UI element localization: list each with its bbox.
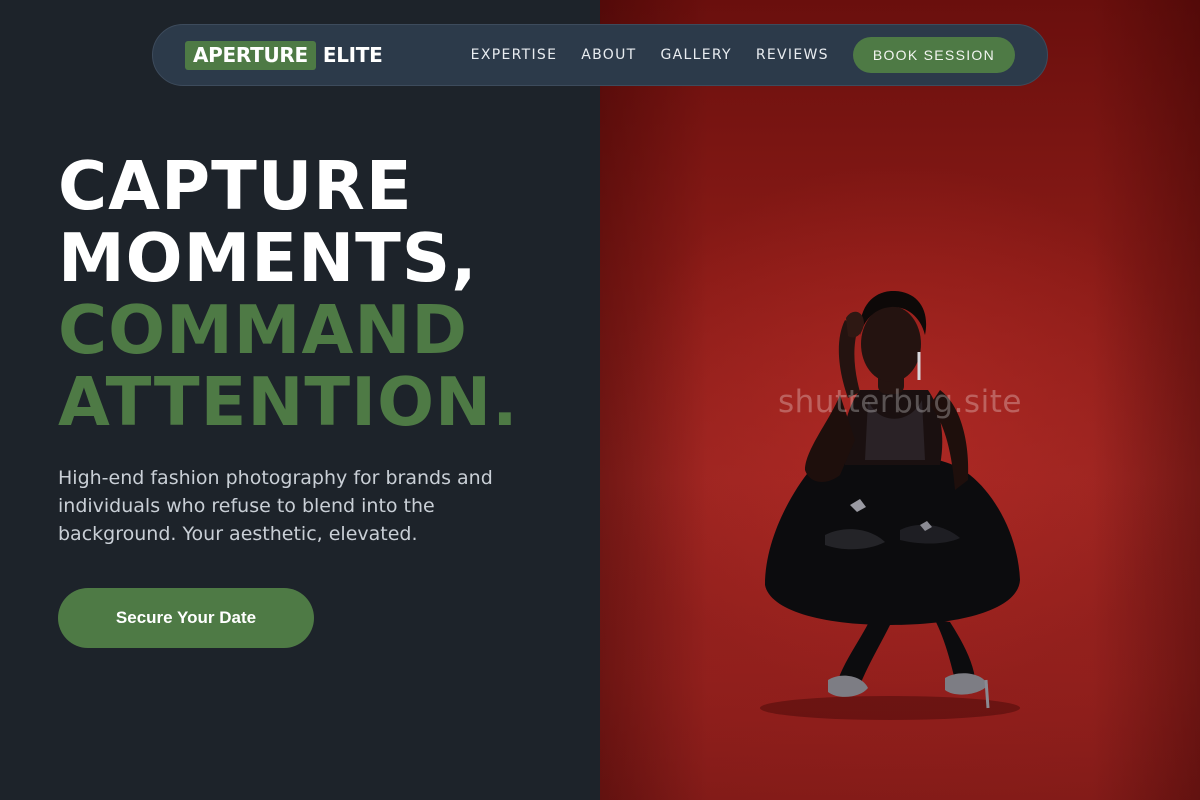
headline-line-1: CAPTURE — [58, 147, 413, 225]
model-figure — [760, 290, 1020, 720]
nav-link-gallery[interactable]: GALLERY — [660, 47, 731, 63]
nav-link-reviews[interactable]: REVIEWS — [756, 47, 829, 63]
nav-link-expertise[interactable]: EXPERTISE — [471, 47, 558, 63]
nav-links: EXPERTISE ABOUT GALLERY REVIEWS — [471, 47, 829, 63]
navbar: APERTURE ELITE EXPERTISE ABOUT GALLERY R… — [152, 24, 1048, 86]
hero-photo: shutterbug.site — [600, 0, 1200, 800]
headline-line-4: ATTENTION. — [58, 363, 519, 441]
headline-line-3: COMMAND — [58, 291, 469, 369]
nav-link-about[interactable]: ABOUT — [581, 47, 636, 63]
logo-badge: APERTURE — [185, 40, 316, 70]
brand-logo[interactable]: APERTURE ELITE — [185, 40, 383, 70]
logo-text: ELITE — [322, 43, 383, 67]
hero-subtext: High-end fashion photography for brands … — [58, 467, 493, 545]
secure-date-button[interactable]: Secure Your Date — [58, 588, 314, 648]
book-session-button[interactable]: BOOK SESSION — [852, 37, 1015, 73]
hero-headline: CAPTURE MOMENTS, COMMAND ATTENTION. — [58, 150, 519, 438]
headline-line-2: MOMENTS, — [58, 219, 478, 297]
watermark: shutterbug.site — [778, 384, 1022, 420]
